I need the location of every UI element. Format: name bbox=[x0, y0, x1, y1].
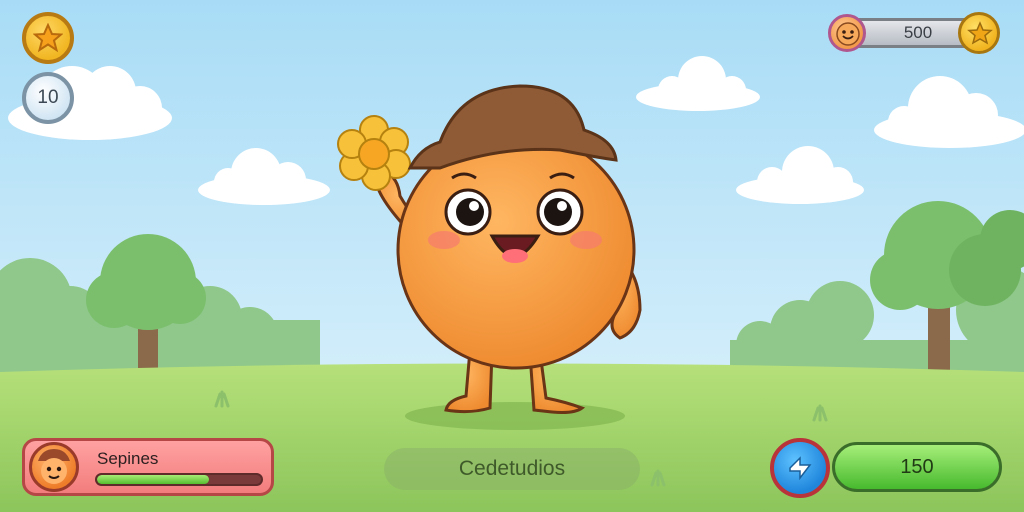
level-badge: 10 bbox=[22, 72, 74, 124]
game-screen: 10 500 Sepines Cedetudios 150 bbox=[0, 0, 1024, 512]
player-avatar[interactable] bbox=[828, 14, 866, 52]
star-badge[interactable] bbox=[22, 12, 74, 64]
lightning-icon bbox=[789, 456, 812, 481]
smile-face-icon bbox=[836, 22, 860, 46]
player-card: Sepines bbox=[22, 438, 274, 496]
player-portrait bbox=[29, 442, 79, 492]
player-face-icon bbox=[38, 449, 70, 484]
action-button[interactable]: 150 bbox=[832, 442, 1002, 492]
player-name: Sepines bbox=[97, 449, 159, 468]
game-scene bbox=[0, 0, 1024, 512]
health-bar-fill bbox=[97, 475, 209, 484]
star-icon bbox=[33, 23, 63, 53]
level-value: 10 bbox=[37, 87, 59, 108]
health-bar bbox=[95, 473, 263, 486]
coin-button[interactable] bbox=[958, 12, 1000, 54]
coin-icon bbox=[967, 21, 993, 45]
action-panel: 150 bbox=[770, 438, 1006, 498]
boost-button[interactable] bbox=[770, 438, 830, 498]
character-shadow bbox=[405, 402, 625, 430]
title-banner: Cedetudios bbox=[384, 448, 640, 490]
